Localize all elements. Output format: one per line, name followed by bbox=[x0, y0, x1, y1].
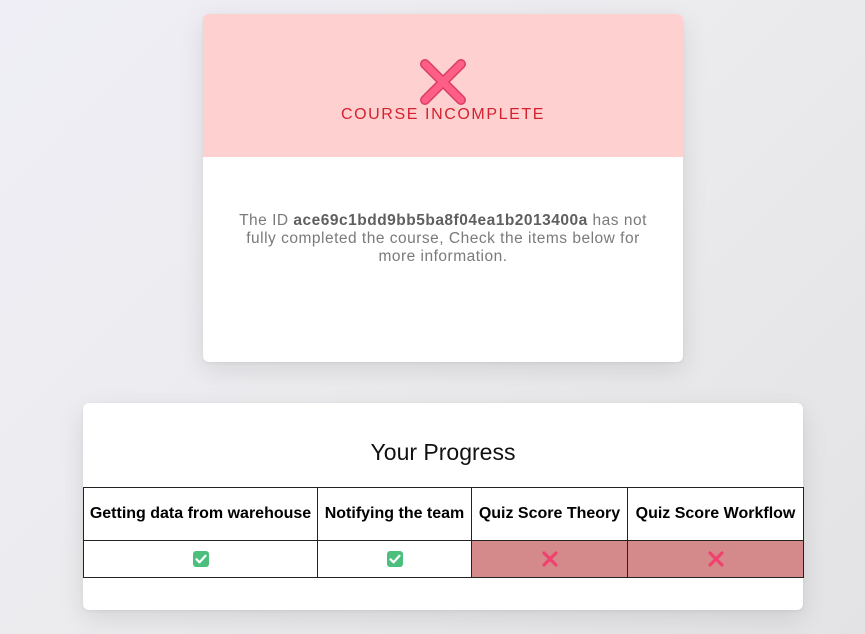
course-id: ace69c1bdd9bb5ba8f04ea1b2013400a bbox=[293, 212, 588, 229]
column-header-quiz-workflow: Quiz Score Workflow bbox=[627, 487, 804, 541]
check-mark-icon bbox=[192, 550, 209, 567]
status-card: COURSE INCOMPLETE The ID ace69c1bdd9bb5b… bbox=[203, 14, 683, 362]
status-cell-quiz-theory bbox=[471, 540, 628, 578]
progress-table: Getting data from warehouse Notifying th… bbox=[83, 487, 804, 578]
progress-status-row bbox=[83, 540, 804, 578]
column-header-warehouse: Getting data from warehouse bbox=[83, 487, 318, 541]
progress-card: Your Progress Getting data from warehous… bbox=[83, 403, 804, 610]
cross-mark-icon bbox=[541, 551, 558, 567]
status-header: COURSE INCOMPLETE bbox=[203, 14, 683, 157]
check-mark-icon bbox=[386, 550, 403, 567]
status-title: COURSE INCOMPLETE bbox=[340, 106, 546, 123]
cross-mark-icon bbox=[420, 59, 466, 105]
status-cell-notify-team bbox=[317, 540, 472, 578]
status-cell-warehouse bbox=[83, 540, 318, 578]
status-cell-quiz-workflow bbox=[627, 540, 804, 578]
progress-title: Your Progress bbox=[370, 439, 516, 465]
status-message: The ID ace69c1bdd9bb5ba8f04ea1b2013400a … bbox=[233, 212, 653, 266]
column-header-quiz-theory: Quiz Score Theory bbox=[471, 487, 628, 541]
message-prefix: The ID bbox=[239, 212, 294, 229]
column-header-notify-team: Notifying the team bbox=[317, 487, 472, 541]
progress-header-row: Getting data from warehouse Notifying th… bbox=[83, 487, 804, 541]
cross-mark-icon bbox=[707, 551, 724, 567]
